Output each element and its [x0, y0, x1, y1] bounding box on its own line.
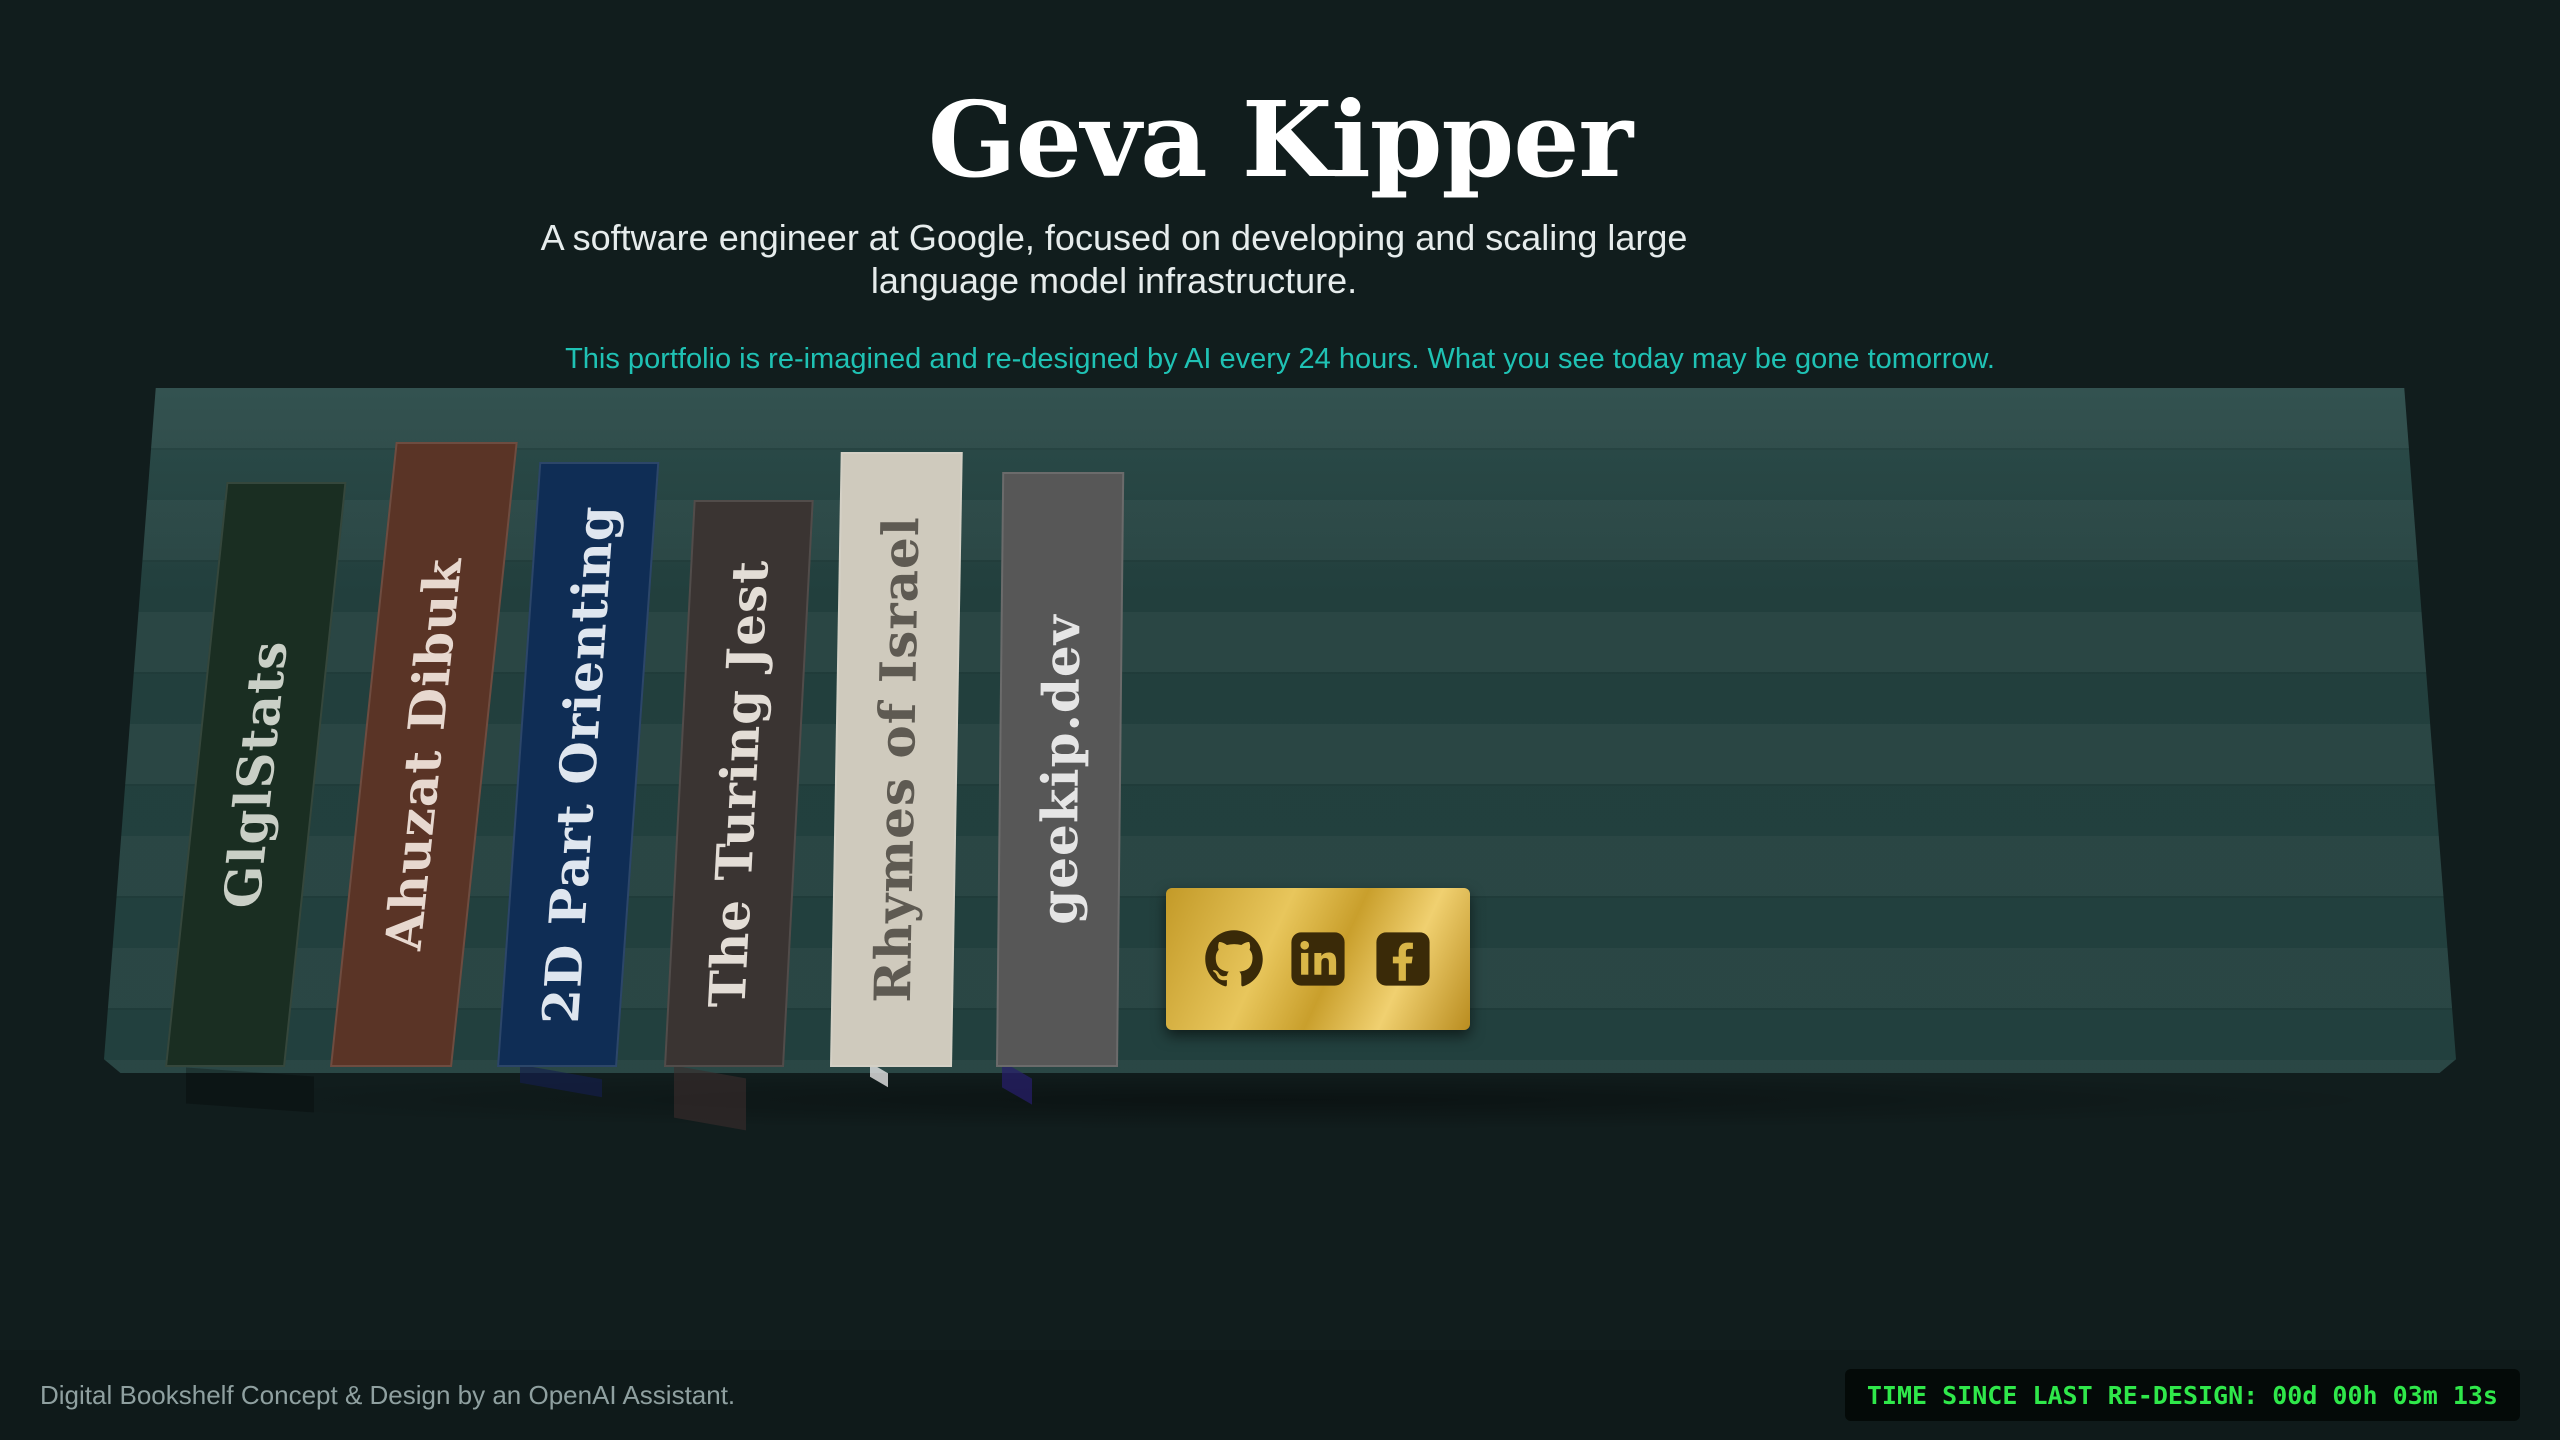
tagline: A software engineer at Google, focused o…	[540, 217, 1688, 301]
book-title: 2D Part Orienting	[530, 505, 626, 1024]
portfolio-page: Geva Kipper A software engineer at Googl…	[0, 0, 2560, 1440]
book-title: The Turing Jest	[697, 559, 781, 1008]
book-title: GlglStats	[212, 640, 300, 909]
facebook-link[interactable]	[1372, 928, 1434, 990]
redesign-timer: TIME SINCE LAST RE-DESIGN: 00d 00h 03m 1…	[1844, 1369, 2520, 1421]
github-icon	[1204, 930, 1263, 987]
shelf-shadow	[140, 1070, 2420, 1130]
footer-credit: Digital Bookshelf Concept & Design by an…	[40, 1380, 736, 1410]
book-spine[interactable]: geekip.dev	[996, 472, 1125, 1067]
social-links-plate	[1166, 888, 1470, 1030]
book-spine[interactable]: Rhymes of Israel	[830, 452, 963, 1067]
linkedin-icon	[1291, 932, 1345, 986]
redesign-notice: This portfolio is re-imagined and re-des…	[565, 343, 1995, 375]
github-link[interactable]	[1203, 928, 1265, 990]
book-title: Rhymes of Israel	[862, 516, 931, 1003]
timer-label: TIME SINCE LAST RE-DESIGN:	[1866, 1380, 2259, 1410]
book-title: geekip.dev	[1028, 614, 1092, 925]
book-title: Ahuzat Dibuk	[373, 557, 475, 952]
facebook-icon	[1375, 932, 1430, 986]
page-title: Geva Kipper	[927, 78, 1633, 201]
timer-value: 00d 00h 03m 13s	[2272, 1380, 2498, 1410]
linkedin-link[interactable]	[1287, 928, 1349, 990]
